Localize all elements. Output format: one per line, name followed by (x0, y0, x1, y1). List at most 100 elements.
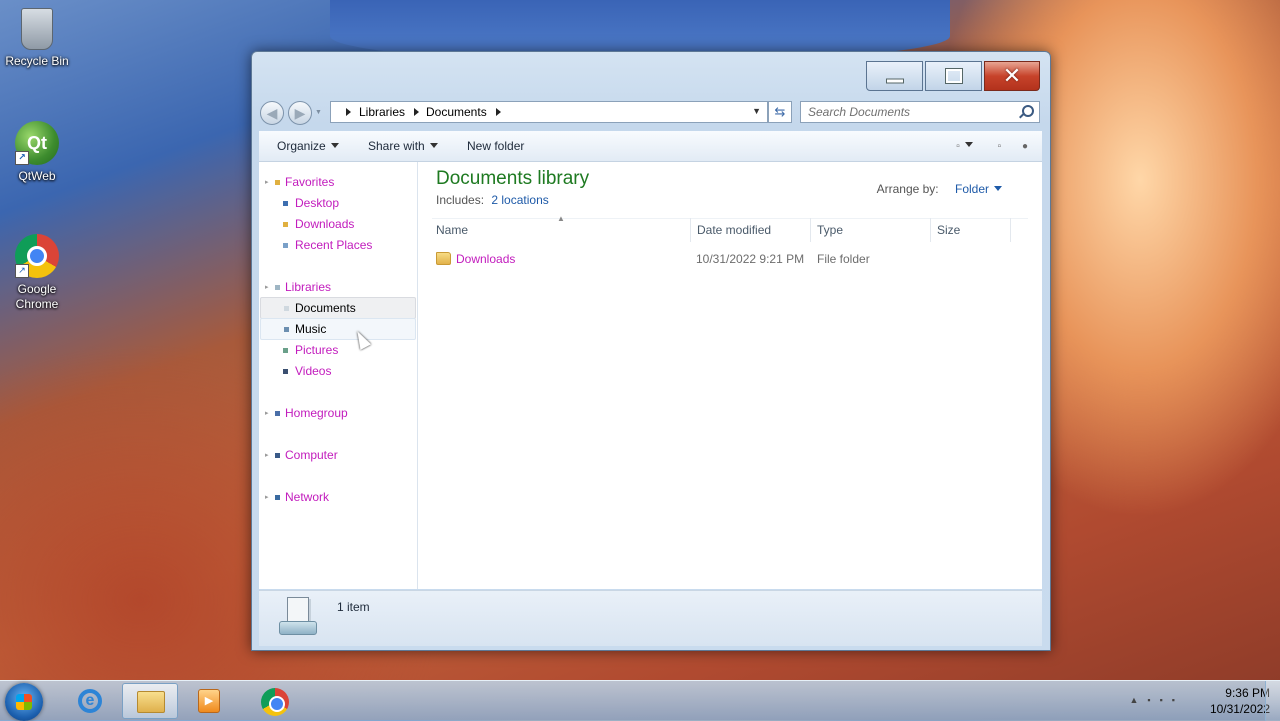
column-header-date-modified[interactable]: Date modified (691, 218, 811, 242)
library-title: Documents library (436, 168, 590, 189)
folder-icon (436, 252, 451, 265)
taskbar-media-player[interactable]: ▶ (182, 683, 238, 719)
explorer-window: ✕ ◀ ▶ ▼ Libraries Documents ▼ ⇆ Search D… (251, 51, 1051, 651)
library-includes: Includes: 2 locations (436, 193, 549, 207)
organize-button[interactable]: Organize (277, 139, 339, 153)
arrange-by-dropdown[interactable]: Folder (955, 182, 1002, 196)
search-input[interactable]: Search Documents (800, 101, 1040, 123)
column-header-type[interactable]: Type (811, 218, 931, 242)
favorites-star-icon (275, 180, 280, 185)
preview-pane-icon[interactable]: ▫ (998, 141, 1002, 152)
network-tray-icon[interactable]: ▪ (1147, 695, 1159, 705)
media-player-icon: ▶ (198, 689, 220, 713)
expand-arrow-icon[interactable]: ▸ (265, 494, 269, 501)
homegroup-icon (275, 411, 280, 416)
close-button[interactable]: ✕ (984, 61, 1040, 91)
share-with-label: Share with (368, 139, 425, 153)
content-area: ▸ Favorites Desktop Downloads Recent Pla… (259, 162, 1042, 589)
command-bar: Organize Share with New folder ▫ ▫ ● (259, 131, 1042, 162)
forward-arrow-icon: ▶ (294, 105, 306, 121)
nav-item-label: Videos (295, 364, 332, 378)
refresh-button[interactable]: ⇆ (768, 101, 792, 123)
file-date-modified: 10/31/2022 9:21 PM (696, 252, 805, 266)
start-button[interactable] (5, 683, 43, 721)
view-options[interactable]: ▫ ▫ ● (956, 141, 1028, 152)
recycle-bin-icon (21, 8, 53, 50)
expand-arrow-icon[interactable]: ▸ (265, 410, 269, 417)
nav-item-downloads[interactable]: Downloads (261, 214, 411, 234)
nav-item-label: Documents (295, 301, 356, 315)
nav-item-label: Music (295, 322, 327, 336)
volume-tray-icon[interactable]: ▪ (1160, 695, 1172, 705)
taskbar-windows-explorer[interactable] (122, 683, 178, 719)
arrange-by-value: Folder (954, 182, 989, 196)
shortcut-arrow-icon: ↗ (15, 151, 29, 165)
file-name[interactable]: Downloads (456, 249, 515, 269)
breadcrumb-documents[interactable]: Documents (426, 105, 487, 119)
taskbar: e ▶ ▲▪▪▪ 9:36 PM 10/31/2022 (0, 680, 1280, 721)
maximize-button[interactable] (925, 61, 982, 91)
breadcrumb-libraries[interactable]: Libraries (359, 105, 405, 119)
taskbar-internet-explorer[interactable]: e (62, 683, 118, 719)
desktop-icon-google-chrome[interactable]: ↗ Google Chrome (0, 234, 74, 312)
expand-arrow-icon[interactable]: ▸ (265, 284, 269, 291)
back-arrow-icon: ◀ (266, 105, 278, 121)
nav-homegroup[interactable]: ▸ Homegroup (261, 403, 411, 423)
qtweb-icon: Qt ↗ (15, 121, 59, 165)
expand-arrow-icon[interactable]: ▸ (265, 452, 269, 459)
desktop-icon (283, 201, 288, 206)
nav-item-music[interactable]: Music (260, 318, 416, 340)
views-icon[interactable]: ▫ (956, 141, 960, 152)
minimize-icon (885, 78, 904, 84)
nav-computer-label: Computer (285, 448, 338, 462)
table-row[interactable]: Downloads 10/31/2022 9:21 PM File folder (436, 249, 1026, 269)
desktop-icon-qtweb[interactable]: Qt ↗ QtWeb (0, 121, 74, 184)
desktop-icon-recycle-bin[interactable]: Recycle Bin (0, 8, 74, 69)
chevron-down-icon[interactable] (964, 142, 973, 147)
chevron-down-icon (994, 186, 1002, 191)
recent-pages-chevron-icon[interactable]: ▼ (315, 109, 322, 116)
address-bar[interactable]: Libraries Documents ▼ (330, 101, 768, 123)
nav-favorites-label: Favorites (285, 175, 335, 189)
nav-item-label: Desktop (295, 196, 340, 210)
breadcrumb-arrow-icon (414, 108, 419, 116)
refresh-icon: ⇆ (774, 104, 786, 119)
show-hidden-icons-icon[interactable]: ▲ (1129, 695, 1147, 705)
minimize-button[interactable] (866, 61, 923, 91)
videos-icon (283, 369, 288, 374)
details-pane: 1 item (259, 590, 1042, 646)
nav-item-pictures[interactable]: Pictures (261, 340, 411, 360)
system-tray[interactable]: ▲▪▪▪ (1129, 695, 1184, 705)
column-header-size[interactable]: Size (931, 218, 1011, 242)
back-button[interactable]: ◀ (260, 101, 284, 125)
nav-item-label: Recent Places (295, 238, 373, 252)
nav-favorites[interactable]: ▸ Favorites (261, 172, 411, 192)
share-with-button[interactable]: Share with (368, 139, 438, 153)
taskbar-google-chrome[interactable] (246, 683, 302, 719)
new-folder-button[interactable]: New folder (467, 139, 524, 153)
action-center-icon[interactable]: ▪ (1172, 695, 1184, 705)
breadcrumb-arrow-icon (346, 108, 351, 116)
clock[interactable]: 9:36 PM 10/31/2022 (1210, 685, 1270, 717)
arrange-by: Arrange by: Folder (877, 182, 1002, 196)
address-dropdown-icon[interactable]: ▼ (752, 106, 761, 116)
show-desktop-button[interactable] (1265, 681, 1280, 721)
locations-link[interactable]: 2 locations (491, 193, 548, 207)
nav-item-desktop[interactable]: Desktop (261, 193, 411, 213)
forward-button[interactable]: ▶ (288, 101, 312, 125)
music-icon (284, 327, 289, 332)
nav-item-videos[interactable]: Videos (261, 361, 411, 381)
nav-libraries[interactable]: ▸ Libraries (261, 277, 411, 297)
nav-item-recent-places[interactable]: Recent Places (261, 235, 411, 255)
recent-places-icon (283, 243, 288, 248)
network-icon (275, 495, 280, 500)
arrange-by-label: Arrange by: (876, 182, 939, 196)
help-icon[interactable]: ● (1022, 141, 1028, 152)
shortcut-arrow-icon: ↗ (15, 264, 29, 278)
nav-network[interactable]: ▸ Network (261, 487, 411, 507)
expand-arrow-icon[interactable]: ▸ (265, 179, 269, 186)
column-header-name[interactable]: Name (418, 218, 691, 242)
nav-item-documents[interactable]: Documents (260, 297, 416, 319)
nav-computer[interactable]: ▸ Computer (261, 445, 411, 465)
desktop-icon-label: Google Chrome (15, 282, 59, 311)
